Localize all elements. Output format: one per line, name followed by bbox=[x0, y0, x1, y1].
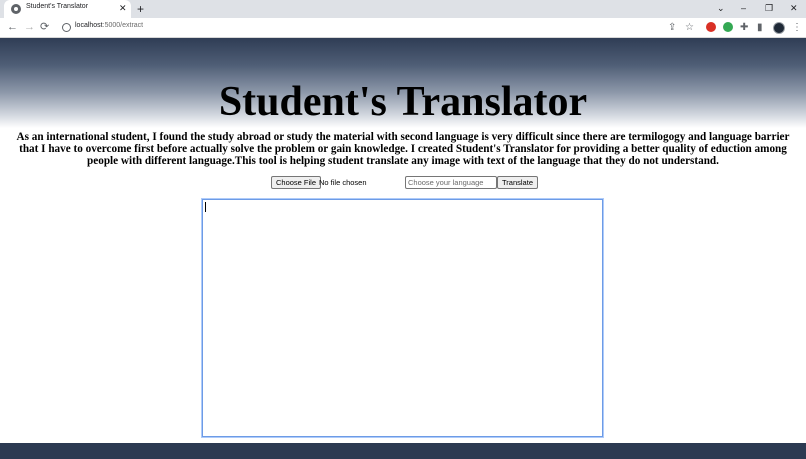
new-tab-button[interactable]: + bbox=[137, 2, 144, 16]
close-window-button[interactable]: ✕ bbox=[790, 3, 798, 13]
url-host: localhost bbox=[75, 22, 103, 29]
browser-menu-icon[interactable]: ⋮ bbox=[792, 22, 802, 33]
profile-avatar-icon[interactable] bbox=[773, 22, 785, 34]
url-path: :5000/extract bbox=[102, 22, 144, 29]
side-panel-icon[interactable]: ▮ bbox=[757, 22, 763, 33]
extension-red-icon[interactable] bbox=[706, 22, 716, 32]
file-status-text: No file chosen bbox=[319, 178, 367, 187]
translate-button[interactable]: Translate bbox=[497, 176, 538, 189]
site-info-icon[interactable] bbox=[62, 23, 71, 32]
back-button[interactable]: ← bbox=[7, 21, 18, 33]
browser-tab[interactable]: Student's Translator ✕ bbox=[4, 0, 131, 18]
forward-button[interactable]: → bbox=[24, 21, 35, 33]
upload-form: Choose File No file chosen Choose your l… bbox=[0, 176, 806, 190]
page-content: Student's Translator As an international… bbox=[0, 38, 806, 459]
share-icon[interactable]: ⇪ bbox=[668, 22, 676, 33]
footer-bar bbox=[0, 443, 806, 459]
globe-icon bbox=[11, 4, 21, 14]
tab-title: Student's Translator bbox=[26, 3, 89, 10]
choose-file-button[interactable]: Choose File bbox=[271, 176, 322, 189]
restore-button[interactable]: ❐ bbox=[765, 3, 773, 13]
translation-output-textarea[interactable] bbox=[201, 198, 604, 438]
page-description: As an international student, I found the… bbox=[16, 131, 790, 167]
text-caret bbox=[205, 202, 206, 212]
minimize-button[interactable]: – bbox=[741, 3, 746, 13]
bookmark-star-icon[interactable]: ☆ bbox=[685, 22, 694, 33]
language-input[interactable]: Choose your language bbox=[405, 176, 497, 189]
reload-button[interactable]: ⟳ bbox=[40, 21, 49, 33]
tab-search-chevron-icon[interactable]: ⌄ bbox=[717, 3, 725, 13]
extensions-puzzle-icon[interactable]: ✚ bbox=[740, 22, 748, 33]
address-bar[interactable]: localhost:5000/extract bbox=[56, 20, 696, 35]
browser-tab-bar: Student's Translator ✕ + ⌄ – ❐ ✕ bbox=[0, 0, 806, 18]
browser-toolbar: ← → ⟳ localhost:5000/extract ⇪ ☆ ✚ ▮ ⋮ bbox=[0, 18, 806, 38]
url-text: localhost:5000/extract bbox=[75, 22, 143, 29]
tab-close-icon[interactable]: ✕ bbox=[119, 3, 127, 13]
extension-green-icon[interactable] bbox=[723, 22, 733, 32]
page-title: Student's Translator bbox=[218, 79, 588, 125]
